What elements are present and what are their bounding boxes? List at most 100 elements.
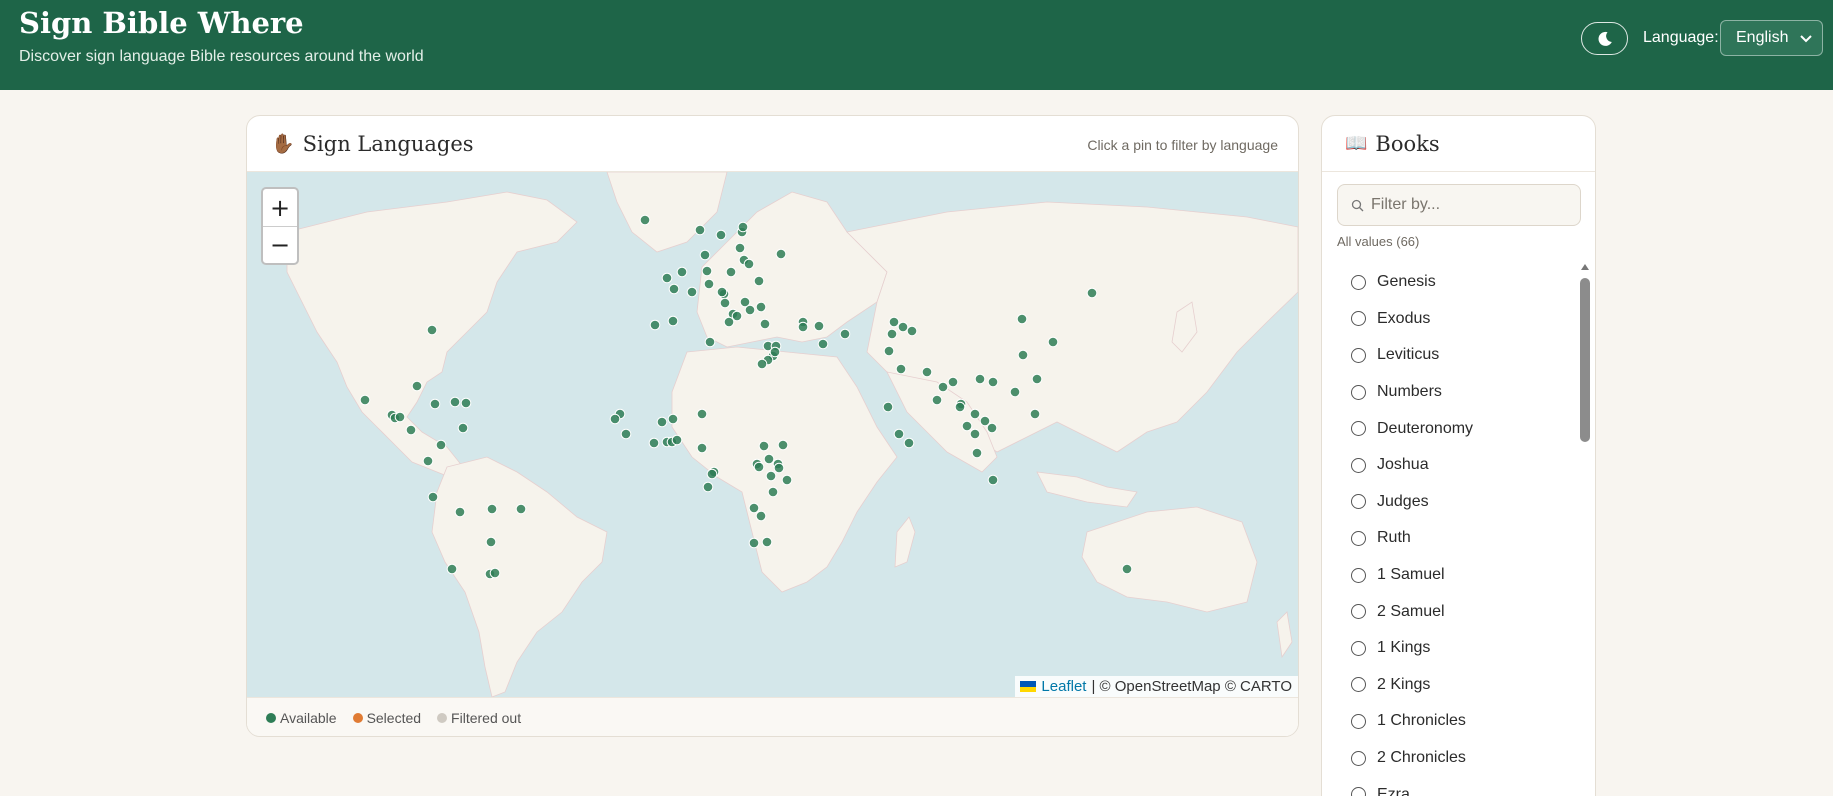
language-pin[interactable] xyxy=(489,567,501,579)
language-pin[interactable] xyxy=(715,229,727,241)
language-pin[interactable] xyxy=(903,437,915,449)
language-pin[interactable] xyxy=(737,221,749,233)
book-option[interactable]: 2 Kings xyxy=(1322,667,1575,704)
language-pin[interactable] xyxy=(755,301,767,313)
language-pin[interactable] xyxy=(1031,373,1043,385)
radio-icon[interactable] xyxy=(1351,567,1366,583)
language-pin[interactable] xyxy=(756,358,768,370)
radio-icon[interactable] xyxy=(1351,677,1366,693)
language-pin[interactable] xyxy=(974,373,986,385)
language-pin[interactable] xyxy=(427,491,439,503)
language-pin[interactable] xyxy=(767,486,779,498)
language-pin[interactable] xyxy=(947,376,959,388)
language-pin[interactable] xyxy=(515,503,527,515)
books-filter-input[interactable] xyxy=(1371,196,1571,214)
language-pin[interactable] xyxy=(883,345,895,357)
book-option[interactable]: 1 Chronicles xyxy=(1322,703,1575,740)
language-pin[interactable] xyxy=(620,428,632,440)
language-pin[interactable] xyxy=(987,474,999,486)
radio-icon[interactable] xyxy=(1351,384,1366,400)
language-pin[interactable] xyxy=(882,401,894,413)
language-pin[interactable] xyxy=(773,462,785,474)
language-pin[interactable] xyxy=(1029,408,1041,420)
language-pin[interactable] xyxy=(954,401,966,413)
language-pin[interactable] xyxy=(696,442,708,454)
book-option[interactable]: Leviticus xyxy=(1322,337,1575,374)
language-pin[interactable] xyxy=(971,447,983,459)
language-pin[interactable] xyxy=(449,396,461,408)
language-pin[interactable] xyxy=(405,424,417,436)
radio-icon[interactable] xyxy=(1351,494,1366,510)
language-pin[interactable] xyxy=(781,474,793,486)
radio-icon[interactable] xyxy=(1351,604,1366,620)
book-option[interactable]: Ezra xyxy=(1322,776,1575,796)
scroll-up-arrow-icon[interactable] xyxy=(1581,264,1589,270)
leaflet-link[interactable]: Leaflet xyxy=(1041,678,1086,695)
language-pin[interactable] xyxy=(676,266,688,278)
language-pin[interactable] xyxy=(763,453,775,465)
radio-icon[interactable] xyxy=(1351,457,1366,473)
radio-icon[interactable] xyxy=(1351,530,1366,546)
language-pin[interactable] xyxy=(1017,349,1029,361)
language-pin[interactable] xyxy=(411,380,423,392)
language-pin[interactable] xyxy=(937,381,949,393)
language-pin[interactable] xyxy=(769,346,781,358)
language-pin[interactable] xyxy=(702,481,714,493)
language-pin[interactable] xyxy=(422,455,434,467)
language-pin[interactable] xyxy=(906,325,918,337)
book-option[interactable]: Ruth xyxy=(1322,520,1575,557)
language-pin[interactable] xyxy=(961,420,973,432)
world-map[interactable]: + − Leaflet | © OpenStreetMap © CARTO xyxy=(247,172,1298,697)
language-pin[interactable] xyxy=(716,286,728,298)
radio-icon[interactable] xyxy=(1351,274,1366,290)
radio-icon[interactable] xyxy=(1351,311,1366,327)
language-pin[interactable] xyxy=(893,428,905,440)
language-pin[interactable] xyxy=(839,328,851,340)
language-pin[interactable] xyxy=(734,242,746,254)
language-pin[interactable] xyxy=(753,461,765,473)
radio-icon[interactable] xyxy=(1351,787,1366,796)
language-pin[interactable] xyxy=(921,366,933,378)
zoom-in-button[interactable]: + xyxy=(263,189,297,226)
language-pin[interactable] xyxy=(656,416,668,428)
language-pin[interactable] xyxy=(1121,563,1133,575)
language-pin[interactable] xyxy=(703,278,715,290)
language-pin[interactable] xyxy=(886,328,898,340)
book-option[interactable]: 1 Kings xyxy=(1322,630,1575,667)
language-pin[interactable] xyxy=(661,272,673,284)
language-pin[interactable] xyxy=(895,363,907,375)
radio-icon[interactable] xyxy=(1351,347,1366,363)
language-pin[interactable] xyxy=(454,506,466,518)
language-pin[interactable] xyxy=(649,319,661,331)
language-pin[interactable] xyxy=(765,470,777,482)
book-option[interactable]: 1 Samuel xyxy=(1322,557,1575,594)
language-pin[interactable] xyxy=(704,336,716,348)
language-pin[interactable] xyxy=(777,439,789,451)
language-pin[interactable] xyxy=(817,338,829,350)
language-pin[interactable] xyxy=(1009,386,1021,398)
language-pin[interactable] xyxy=(1016,313,1028,325)
book-option[interactable]: Genesis xyxy=(1322,264,1575,301)
language-pin[interactable] xyxy=(667,315,679,327)
book-option[interactable]: 2 Samuel xyxy=(1322,593,1575,630)
language-pin[interactable] xyxy=(667,413,679,425)
language-pin[interactable] xyxy=(457,422,469,434)
language-pin[interactable] xyxy=(761,536,773,548)
book-option[interactable]: Deuteronomy xyxy=(1322,410,1575,447)
book-option[interactable]: Judges xyxy=(1322,484,1575,521)
language-pin[interactable] xyxy=(969,428,981,440)
language-pin[interactable] xyxy=(429,398,441,410)
language-pin[interactable] xyxy=(755,510,767,522)
language-pin[interactable] xyxy=(686,286,698,298)
language-pin[interactable] xyxy=(797,321,809,333)
language-pin[interactable] xyxy=(719,297,731,309)
language-pin[interactable] xyxy=(759,318,771,330)
language-pin[interactable] xyxy=(931,394,943,406)
language-pin[interactable] xyxy=(639,214,651,226)
language-pin[interactable] xyxy=(671,434,683,446)
radio-icon[interactable] xyxy=(1351,750,1366,766)
language-pin[interactable] xyxy=(435,439,447,451)
book-option[interactable]: Numbers xyxy=(1322,374,1575,411)
language-pin[interactable] xyxy=(1086,287,1098,299)
language-pin[interactable] xyxy=(696,408,708,420)
